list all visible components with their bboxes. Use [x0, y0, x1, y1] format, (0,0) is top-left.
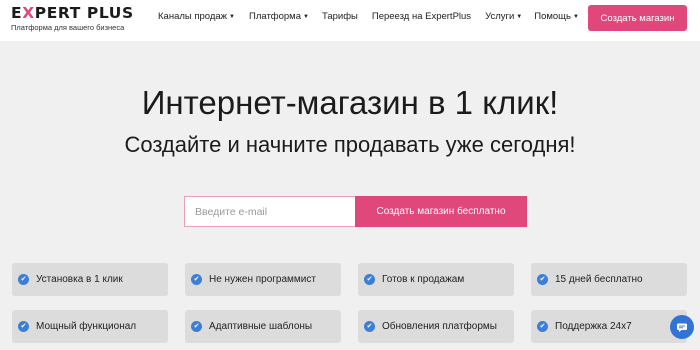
main-nav: Каналы продаж ▼ Платформа ▼ Тарифы Переезд…	[158, 11, 579, 22]
feature-label: Готов к продажам	[382, 274, 465, 285]
chat-icon	[677, 323, 687, 332]
create-free-store-button[interactable]: Создать магазин бесплатно	[355, 196, 527, 227]
check-circle-icon: ✔	[537, 274, 548, 285]
feature-label: Установка в 1 клик	[36, 274, 123, 285]
logo-wordmark: EXPERT PLUS	[11, 4, 134, 22]
feature-item: ✔ 15 дней бесплатно	[531, 263, 687, 296]
chevron-down-icon: ▼	[303, 14, 309, 20]
nav-item-pricing[interactable]: Тарифы	[322, 11, 358, 22]
hero-title: Интернет-магазин в 1 клик!	[141, 84, 559, 121]
email-input[interactable]	[184, 196, 356, 227]
feature-item: ✔ Обновления платформы	[358, 310, 514, 343]
feature-label: Адаптивные шаблоны	[209, 321, 313, 332]
check-circle-icon: ✔	[18, 274, 29, 285]
feature-item: ✔ Готов к продажам	[358, 263, 514, 296]
hero-subtitle: Создайте и начните продавать уже сегодня…	[124, 132, 576, 157]
nav-item-services[interactable]: Услуги ▼	[485, 11, 522, 22]
feature-item: ✔ Не нужен программист	[185, 263, 341, 296]
feature-item: ✔ Поддержка 24x7	[531, 310, 687, 343]
check-circle-icon: ✔	[191, 321, 202, 332]
feature-item: ✔ Мощный функционал	[12, 310, 168, 343]
chevron-down-icon: ▼	[572, 14, 579, 20]
feature-label: Мощный функционал	[36, 321, 137, 332]
chevron-down-icon: ▼	[516, 14, 523, 20]
chevron-down-icon: ▼	[229, 14, 235, 20]
check-circle-icon: ✔	[364, 321, 375, 332]
check-circle-icon: ✔	[364, 274, 375, 285]
nav-item-help[interactable]: Помощь ▼	[534, 11, 579, 22]
feature-label: 15 дней бесплатно	[555, 274, 643, 285]
nav-item-sales-channels[interactable]: Каналы продаж ▼	[158, 11, 235, 22]
feature-label: Поддержка 24x7	[555, 321, 632, 332]
check-circle-icon: ✔	[537, 321, 548, 332]
create-store-button[interactable]: Создать магазин	[588, 5, 687, 31]
feature-item: ✔ Адаптивные шаблоны	[185, 310, 341, 343]
check-circle-icon: ✔	[18, 321, 29, 332]
feature-item: ✔ Установка в 1 клик	[12, 263, 168, 296]
logo[interactable]: EXPERT PLUS Платформа для вашего бизнеса	[11, 4, 134, 32]
check-circle-icon: ✔	[191, 274, 202, 285]
feature-label: Обновления платформы	[382, 321, 497, 332]
nav-item-migration[interactable]: Переезд на ExpertPlus	[372, 11, 471, 22]
nav-item-platform[interactable]: Платформа ▼	[249, 11, 309, 22]
site-header: EXPERT PLUS Платформа для вашего бизнеса…	[0, 0, 700, 41]
chat-button[interactable]	[670, 315, 694, 339]
feature-label: Не нужен программист	[209, 274, 316, 285]
logo-tagline: Платформа для вашего бизнеса	[11, 23, 125, 32]
